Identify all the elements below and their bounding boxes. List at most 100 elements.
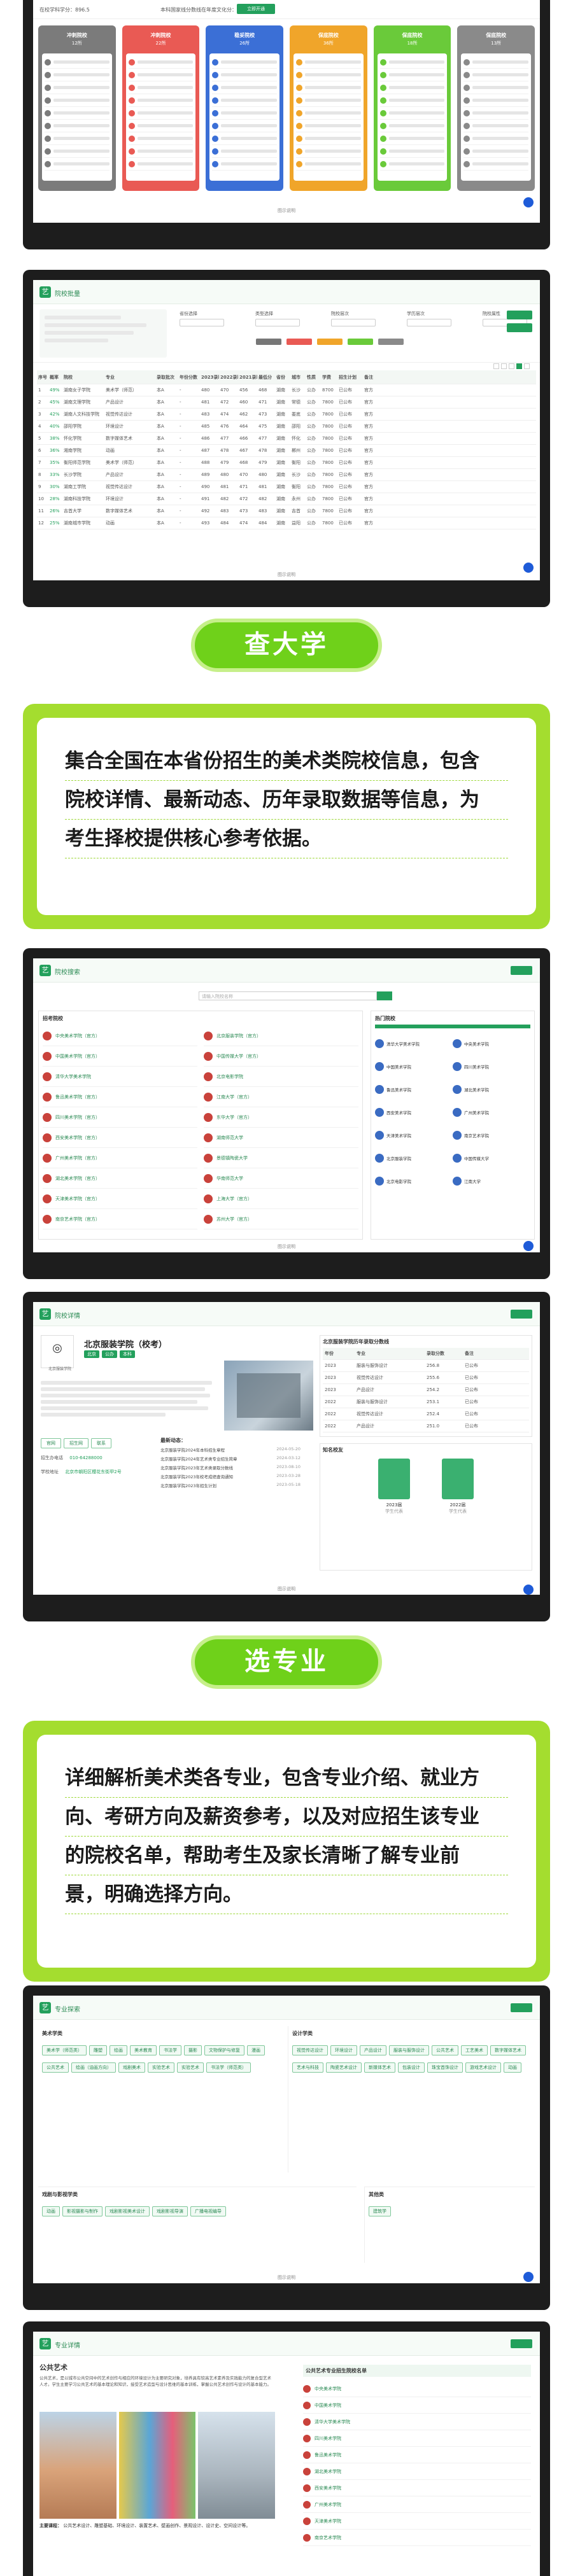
prob-card[interactable]: 保底院校 36所 [290, 25, 367, 191]
table-row[interactable]: 2022 服装与服饰设计 253.1 已公布 [323, 1396, 529, 1408]
major-tag[interactable]: 摄影 [184, 2045, 202, 2055]
list-item[interactable]: 中央美术学院 [303, 2381, 531, 2397]
prob-card-row[interactable] [296, 158, 361, 171]
list-item[interactable]: 清华大学美术学院 [303, 2414, 531, 2430]
chip-grey-2[interactable] [378, 339, 404, 345]
prob-card[interactable]: 冲刺院校 12所 [38, 25, 116, 191]
major-tag[interactable]: 包装设计 [398, 2062, 425, 2073]
major-tag[interactable]: 产品设计 [360, 2045, 386, 2055]
list-item[interactable]: 四川美术学院 [303, 2430, 531, 2447]
hot-school[interactable]: 湖北美术学院 [453, 1078, 530, 1101]
school-action-button[interactable]: 招生网 [64, 1438, 88, 1448]
prob-card-row[interactable] [296, 120, 361, 132]
prob-card-row[interactable] [379, 94, 445, 107]
filter-select[interactable] [331, 319, 376, 326]
search-button[interactable] [507, 311, 532, 319]
prob-card-row[interactable] [463, 132, 529, 145]
table-row[interactable]: 2023 服装与服饰设计 256.8 已公布 [323, 1360, 529, 1372]
page-2[interactable] [501, 363, 507, 369]
major-tag[interactable]: 绘画（油画方向） [71, 2062, 116, 2073]
prob-card-row[interactable] [296, 69, 361, 81]
chip-red[interactable] [286, 339, 312, 345]
list-item[interactable]: 中国美术学院（官方） [43, 1046, 197, 1067]
major-tag[interactable]: 实验艺术 [177, 2062, 204, 2073]
prob-card-row[interactable] [296, 145, 361, 158]
prob-card-row[interactable] [296, 81, 361, 94]
major-tag[interactable]: 美术学（师范类） [42, 2045, 87, 2055]
table-row[interactable]: 11 26% 吉首大学 数字媒体艺术 本A - 492 483 473 483 湖南 吉首 公办 7800… [37, 505, 536, 517]
news-item[interactable]: 北京服装学院2024年本科招生章程 2024-05-20 [160, 1446, 301, 1455]
prob-card-row[interactable] [45, 69, 110, 81]
prob-card-row[interactable] [128, 81, 194, 94]
page-5[interactable] [524, 363, 530, 369]
list-item[interactable]: 苏州大学（官方） [204, 1209, 358, 1229]
school-action-button[interactable]: 官网 [41, 1438, 61, 1448]
login-button[interactable] [511, 2339, 532, 2348]
list-item[interactable]: 北京服装学院（官方） [204, 1026, 358, 1046]
prob-card-row[interactable] [128, 94, 194, 107]
chat-bubble-icon[interactable] [523, 197, 534, 207]
prob-card-row[interactable] [379, 56, 445, 69]
prob-card-row[interactable] [128, 56, 194, 69]
filter-select[interactable] [255, 319, 300, 326]
chip-orange[interactable] [317, 339, 343, 345]
prob-card-row[interactable] [128, 145, 194, 158]
prob-card-row[interactable] [212, 94, 278, 107]
major-tag[interactable]: 公共艺术 [42, 2062, 69, 2073]
major-tag[interactable]: 环境设计 [330, 2045, 357, 2055]
list-item[interactable]: 广州美术学院 [303, 2496, 531, 2513]
prob-card-row[interactable] [463, 69, 529, 81]
major-tag[interactable]: 珠宝首饰设计 [427, 2062, 463, 2073]
list-item[interactable]: 鲁迅美术学院 [303, 2447, 531, 2463]
prob-card-row[interactable] [128, 120, 194, 132]
major-tag[interactable]: 绘画 [110, 2045, 127, 2055]
table-row[interactable]: 2022 产品设计 251.0 已公布 [323, 1420, 529, 1432]
login-button[interactable] [511, 2003, 532, 2012]
list-item[interactable]: 湖南师范大学 [204, 1128, 358, 1148]
major-tag[interactable]: 广播电视编导 [190, 2206, 226, 2216]
list-item[interactable]: 四川美术学院（官方） [43, 1107, 197, 1128]
hot-school[interactable]: 江南大学 [453, 1170, 530, 1193]
prob-card-row[interactable] [379, 120, 445, 132]
major-tag[interactable]: 公共艺术 [432, 2045, 458, 2055]
filter-select[interactable] [180, 319, 224, 326]
search-button[interactable] [377, 991, 392, 1000]
list-item[interactable]: 天津美术学院 [303, 2513, 531, 2530]
major-tag[interactable]: 服装与服饰设计 [389, 2045, 429, 2055]
table-row[interactable]: 9 30% 湖南工学院 视觉传达设计 本A - 490 481 471 481 湖南 衡阳 公办 7800… [37, 481, 536, 493]
major-tag[interactable]: 艺术与科技 [292, 2062, 323, 2073]
prob-card-row[interactable] [463, 56, 529, 69]
prob-card-row[interactable] [45, 132, 110, 145]
major-tag[interactable]: 陶瓷艺术设计 [326, 2062, 362, 2073]
prob-card-row[interactable] [45, 120, 110, 132]
table-row[interactable]: 10 28% 湖南科技学院 环境设计 本A - 491 482 472 482 湖南 永州 公办 7800… [37, 493, 536, 505]
major-tag[interactable]: 雕塑 [89, 2045, 107, 2055]
prob-card-row[interactable] [212, 81, 278, 94]
export-button[interactable] [507, 323, 532, 332]
hot-school[interactable]: 广州美术学院 [453, 1101, 530, 1124]
news-item[interactable]: 北京服装学院2023年校考成绩查询通知 2023-03-28 [160, 1473, 301, 1482]
list-item[interactable]: 华南师范大学 [204, 1168, 358, 1189]
major-tag[interactable]: 文物保护与修复 [204, 2045, 244, 2055]
major-tag[interactable]: 数字媒体艺术 [490, 2045, 526, 2055]
prob-card-row[interactable] [463, 81, 529, 94]
list-item[interactable]: 西安美术学院（官方） [43, 1128, 197, 1148]
prob-card[interactable]: 稳妥院校 26所 [206, 25, 284, 191]
prob-card-row[interactable] [45, 158, 110, 171]
table-row[interactable]: 8 33% 长沙学院 产品设计 本A - 489 480 470 480 湖南 长沙 公办 7800 已公布… [37, 469, 536, 481]
page-1[interactable] [493, 363, 499, 369]
school-action-button[interactable]: 联系 [91, 1438, 111, 1448]
prob-card-row[interactable] [128, 107, 194, 120]
prob-card-row[interactable] [296, 56, 361, 69]
page-3[interactable] [509, 363, 514, 369]
major-tag[interactable]: 视觉传达设计 [292, 2045, 328, 2055]
list-item[interactable]: 天津美术学院（官方） [43, 1189, 197, 1209]
prob-card-row[interactable] [379, 145, 445, 158]
major-tag[interactable]: 实验艺术 [148, 2062, 174, 2073]
major-tag[interactable]: 新媒体艺术 [364, 2062, 395, 2073]
list-item[interactable]: 景德镇陶瓷大学 [204, 1148, 358, 1168]
hot-school[interactable]: 中央美术学院 [453, 1032, 530, 1055]
prob-card-row[interactable] [128, 132, 194, 145]
prob-card-row[interactable] [296, 132, 361, 145]
prob-card-row[interactable] [463, 94, 529, 107]
